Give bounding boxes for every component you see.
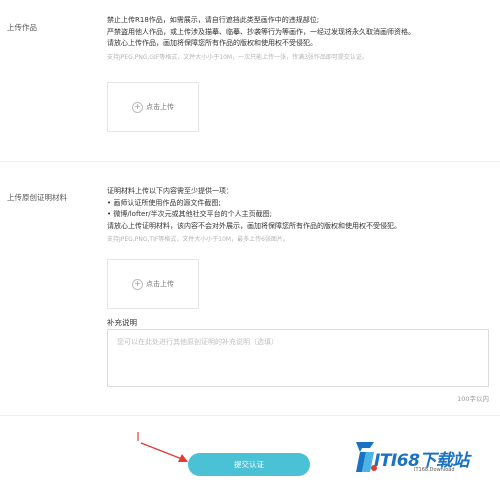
upload-works-label: 上传作品 — [7, 23, 37, 32]
format-hint: 支持JPEG,PNG,TIF等格式，文件大小小于10M，最多上传6张图片。 — [107, 236, 289, 243]
upload-button-label: 点击上传 — [146, 103, 174, 111]
watermark-sub: IT168.Download — [414, 467, 455, 473]
upload-button-label: 点击上传 — [146, 280, 174, 288]
notice-line: 禁止上传R18作品，如需展示，请自行遮挡此类型画作中的违规部位; — [107, 16, 320, 24]
notice-line: • 微博/lofter/半次元或其他社交平台的个人主页截图; — [107, 210, 272, 218]
notice-line: 请放心上传作品，画加将保障您所有作品的版权和使用权不受侵犯。 — [107, 39, 317, 47]
format-hint: 支持JPEG,PNG,GIF等格式，文件大小小于10M，一次只能上传一张，传满3… — [107, 53, 368, 61]
submit-button[interactable]: 提交认证 — [188, 453, 310, 476]
notice-line: 严禁盗用他人作品，或上传涉及描摹、临摹、抄袭等行为等画作，一经过发现将永久取消画… — [107, 27, 415, 36]
notice-line: 证明材料上传以下内容需至少提供一项： — [107, 187, 233, 195]
annotation-arrow-icon — [137, 432, 188, 462]
watermark-logo: ITI68下载站 IT168.Download — [350, 432, 500, 484]
section-divider — [0, 415, 500, 416]
upload-works-notice: 禁止上传R18作品，如需展示，请自行遮挡此类型画作中的违规部位; 严禁盗用他人作… — [107, 15, 487, 63]
plus-icon: + — [132, 278, 143, 290]
upload-proof-label: 上传原创证明材料 — [7, 193, 67, 202]
plus-icon: + — [132, 101, 143, 113]
upload-proof-button[interactable]: + 点击上传 — [107, 259, 199, 309]
notice-line: 请放心上传证明材料，该内容不会对外展示，画加将保障您所有作品的版权和使用权不受侵… — [107, 221, 401, 230]
upload-works-button[interactable]: + 点击上传 — [107, 82, 199, 132]
supplement-label: 补充说明 — [107, 318, 137, 327]
upload-proof-notice: 证明材料上传以下内容需至少提供一项： • 画师认证所使用作品的源文件截图; • … — [107, 186, 487, 246]
section-divider — [0, 161, 500, 162]
supplement-textarea[interactable] — [107, 329, 489, 387]
char-limit: 100字以内 — [457, 395, 489, 403]
notice-line: • 画师认证所使用作品的源文件截图; — [107, 198, 221, 207]
